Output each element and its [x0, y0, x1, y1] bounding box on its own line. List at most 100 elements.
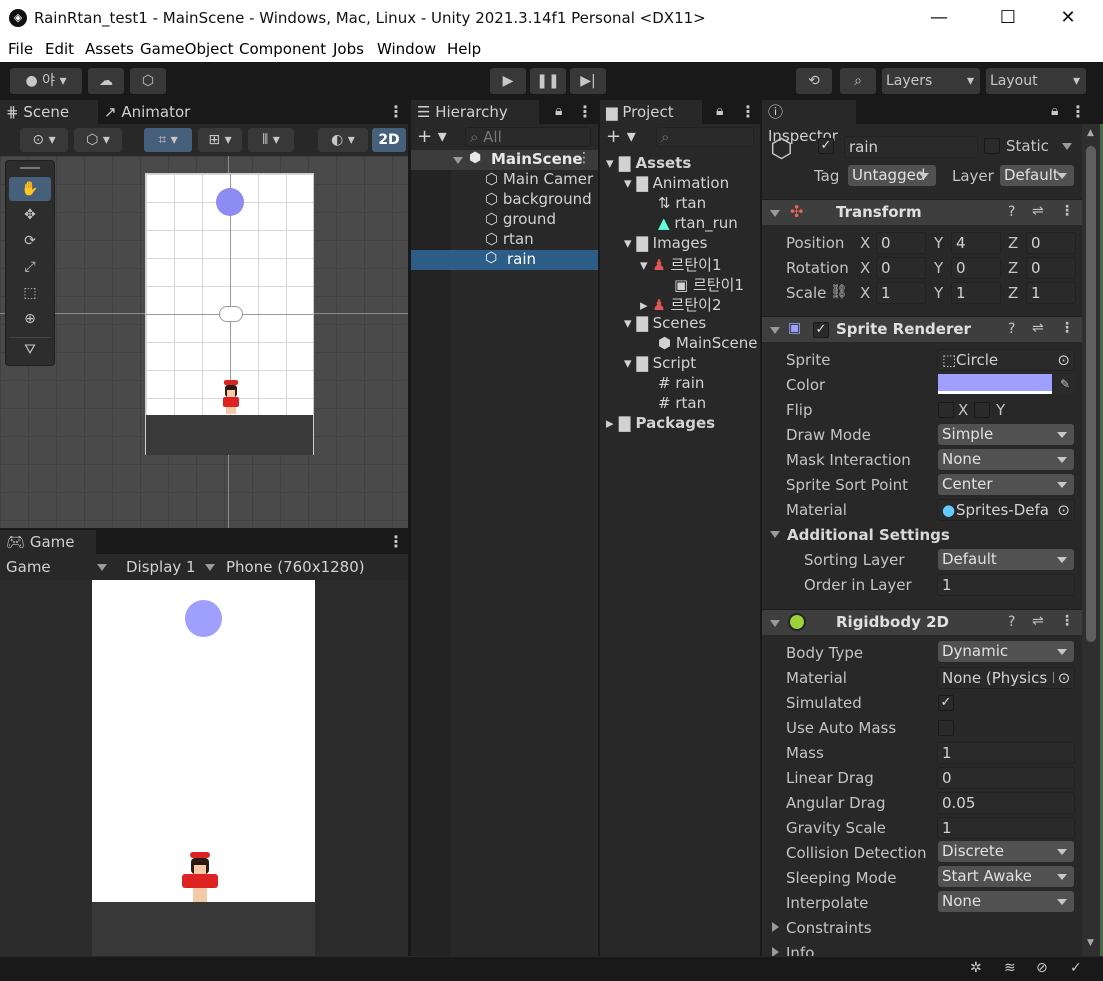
- chevron-down-icon[interactable]: [1062, 143, 1072, 150]
- tree-item[interactable]: ▾ ▇ Assets: [606, 154, 691, 174]
- tree-item[interactable]: ⬢ MainScene: [658, 334, 757, 354]
- kebab-menu-icon[interactable]: ⋮: [1060, 203, 1074, 219]
- gizmo-pivot-dropdown[interactable]: ⊙ ▾: [20, 128, 68, 152]
- collab-button[interactable]: ⬡: [130, 68, 166, 94]
- scene-root-row[interactable]: ⬢ MainScene ⋮: [411, 150, 598, 170]
- cloud-button[interactable]: ☁: [88, 68, 124, 94]
- hand-tool-icon[interactable]: ✋: [9, 177, 51, 201]
- preset-icon[interactable]: ⇌: [1032, 320, 1044, 336]
- menu-jobs[interactable]: Jobs: [333, 40, 364, 58]
- help-icon[interactable]: ?: [1008, 321, 1015, 337]
- tree-item[interactable]: ▾ ♟ 르탄이1: [640, 254, 722, 274]
- kebab-menu-icon[interactable]: ⋮: [1070, 102, 1082, 121]
- game-view-dropdown[interactable]: Game: [6, 558, 51, 578]
- snap-toggle[interactable]: ⌗ ▾: [144, 128, 192, 152]
- tree-item[interactable]: ▸ ▇ Packages: [606, 414, 715, 434]
- help-icon[interactable]: ?: [1008, 204, 1015, 220]
- add-object-button[interactable]: + ▾: [417, 126, 447, 147]
- tree-item[interactable]: ▾ ▇ Images: [624, 234, 707, 254]
- display-dropdown[interactable]: Display 1: [126, 558, 196, 578]
- kebab-menu-icon[interactable]: ⋮: [577, 150, 591, 166]
- no-sign-icon[interactable]: ⊘: [1036, 960, 1048, 976]
- tree-item[interactable]: # rtan: [658, 394, 706, 414]
- scale-z-input[interactable]: 1: [1026, 282, 1076, 304]
- lighting-dropdown[interactable]: ◐ ▾: [318, 128, 368, 152]
- order-in-layer-input[interactable]: 1: [937, 574, 1075, 596]
- menu-help[interactable]: Help: [447, 40, 481, 58]
- pause-button[interactable]: ❚❚: [530, 68, 566, 94]
- rain-sprite[interactable]: [216, 188, 244, 216]
- rigidbody2d-header[interactable]: Rigidbody 2D ? ⇌ ⋮: [762, 609, 1082, 635]
- object-picker-icon[interactable]: ⊙: [1057, 500, 1070, 520]
- collision-detection-dropdown[interactable]: Discrete: [938, 841, 1074, 862]
- move-tool-icon[interactable]: ✥: [9, 203, 51, 227]
- lock-icon[interactable]: 🔒︎: [1051, 103, 1058, 119]
- kebab-menu-icon[interactable]: ⋮: [740, 102, 756, 121]
- tab-game[interactable]: 🎮︎ Game: [0, 530, 96, 554]
- create-asset-button[interactable]: + ▾: [606, 126, 636, 147]
- flip-y-checkbox[interactable]: [974, 402, 990, 418]
- custom-tool-icon[interactable]: ⛛: [9, 337, 51, 361]
- gravity-scale-input[interactable]: 1: [937, 817, 1075, 839]
- inspector-scrollbar[interactable]: ▲ ▼: [1082, 124, 1100, 956]
- tab-animator[interactable]: ↗ Animator: [98, 100, 202, 124]
- scale-x-input[interactable]: 1: [876, 282, 926, 304]
- lock-icon[interactable]: 🔒︎: [716, 103, 723, 119]
- tree-item[interactable]: ⇅ rtan: [658, 194, 706, 214]
- menu-edit[interactable]: Edit: [45, 40, 74, 58]
- position-y-input[interactable]: 4: [951, 232, 1001, 254]
- kebab-menu-icon[interactable]: ⋮: [1060, 320, 1074, 336]
- constraints-foldout[interactable]: Constraints: [786, 919, 872, 937]
- search-button[interactable]: ⌕: [840, 68, 876, 94]
- transform-tool-icon[interactable]: ⊕: [9, 307, 51, 331]
- hierarchy-item[interactable]: ⬡ Main Camer: [485, 170, 593, 190]
- rect-tool-icon[interactable]: ⬚: [9, 281, 51, 305]
- material-object-field[interactable]: ● Sprites-Defa ⊙: [937, 499, 1075, 521]
- tree-item[interactable]: ▣ 르탄이1: [674, 274, 744, 294]
- account-dropdown[interactable]: ● 야 ▾: [10, 68, 82, 94]
- interpolate-dropdown[interactable]: None: [938, 891, 1074, 912]
- play-button[interactable]: ▶: [490, 68, 526, 94]
- hierarchy-item-selected[interactable]: ⬡ rain: [411, 250, 598, 270]
- sprite-renderer-header[interactable]: ▣ ✓ Sprite Renderer ? ⇌ ⋮: [762, 316, 1082, 342]
- layout-dropdown[interactable]: Layout ▾: [986, 68, 1086, 94]
- grid-snap-dropdown[interactable]: ⊞ ▾: [198, 128, 242, 152]
- menu-component[interactable]: Component: [239, 40, 326, 58]
- kebab-menu-icon[interactable]: ⋮: [388, 102, 404, 121]
- tab-project[interactable]: ▆ Project: [600, 100, 702, 124]
- step-button[interactable]: ▶|: [570, 68, 606, 94]
- help-icon[interactable]: ?: [1008, 614, 1015, 630]
- tree-item[interactable]: # rain: [658, 374, 704, 394]
- increment-snap-dropdown[interactable]: ⦀ ▾: [248, 128, 294, 152]
- position-x-input[interactable]: 0: [876, 232, 926, 254]
- hierarchy-item[interactable]: ⬡ background: [485, 190, 592, 210]
- tab-scene[interactable]: ⋕ Scene: [0, 100, 98, 124]
- eyedropper-icon[interactable]: ✎: [1055, 374, 1075, 394]
- check-circle-icon[interactable]: ✓: [1070, 960, 1082, 976]
- layer-dropdown[interactable]: Default: [1000, 165, 1074, 186]
- minimize-button[interactable]: —: [916, 4, 962, 32]
- sprite-renderer-enabled-checkbox[interactable]: ✓: [813, 322, 829, 338]
- menu-file[interactable]: File: [8, 40, 33, 58]
- flip-x-checkbox[interactable]: [938, 402, 954, 418]
- hierarchy-search-input[interactable]: ⌕ All: [465, 127, 591, 147]
- tree-item[interactable]: ▾ ▇ Animation: [624, 174, 729, 194]
- tab-inspector[interactable]: ⓘ Inspector: [762, 100, 856, 145]
- object-picker-icon[interactable]: ⊙: [1054, 668, 1074, 688]
- info-foldout[interactable]: Info: [786, 944, 814, 956]
- object-picker-icon[interactable]: ⊙: [1057, 350, 1070, 370]
- scrollbar-thumb[interactable]: [1086, 146, 1096, 642]
- angular-drag-input[interactable]: 0.05: [937, 792, 1075, 814]
- tree-item[interactable]: ▲ rtan_run: [658, 214, 738, 234]
- menu-window[interactable]: Window: [377, 40, 436, 58]
- kebab-menu-icon[interactable]: ⋮: [1060, 613, 1074, 629]
- position-z-input[interactable]: 0: [1026, 232, 1076, 254]
- menu-gameobject[interactable]: GameObject: [140, 40, 234, 58]
- rotation-x-input[interactable]: 0: [876, 257, 926, 279]
- stack-icon[interactable]: ≋: [1004, 960, 1016, 976]
- tag-dropdown[interactable]: Untagged: [848, 165, 936, 186]
- static-checkbox[interactable]: [984, 138, 1000, 154]
- body-type-dropdown[interactable]: Dynamic: [938, 641, 1074, 662]
- maximize-button[interactable]: ☐: [985, 4, 1031, 32]
- rotate-tool-icon[interactable]: ⟳: [9, 229, 51, 253]
